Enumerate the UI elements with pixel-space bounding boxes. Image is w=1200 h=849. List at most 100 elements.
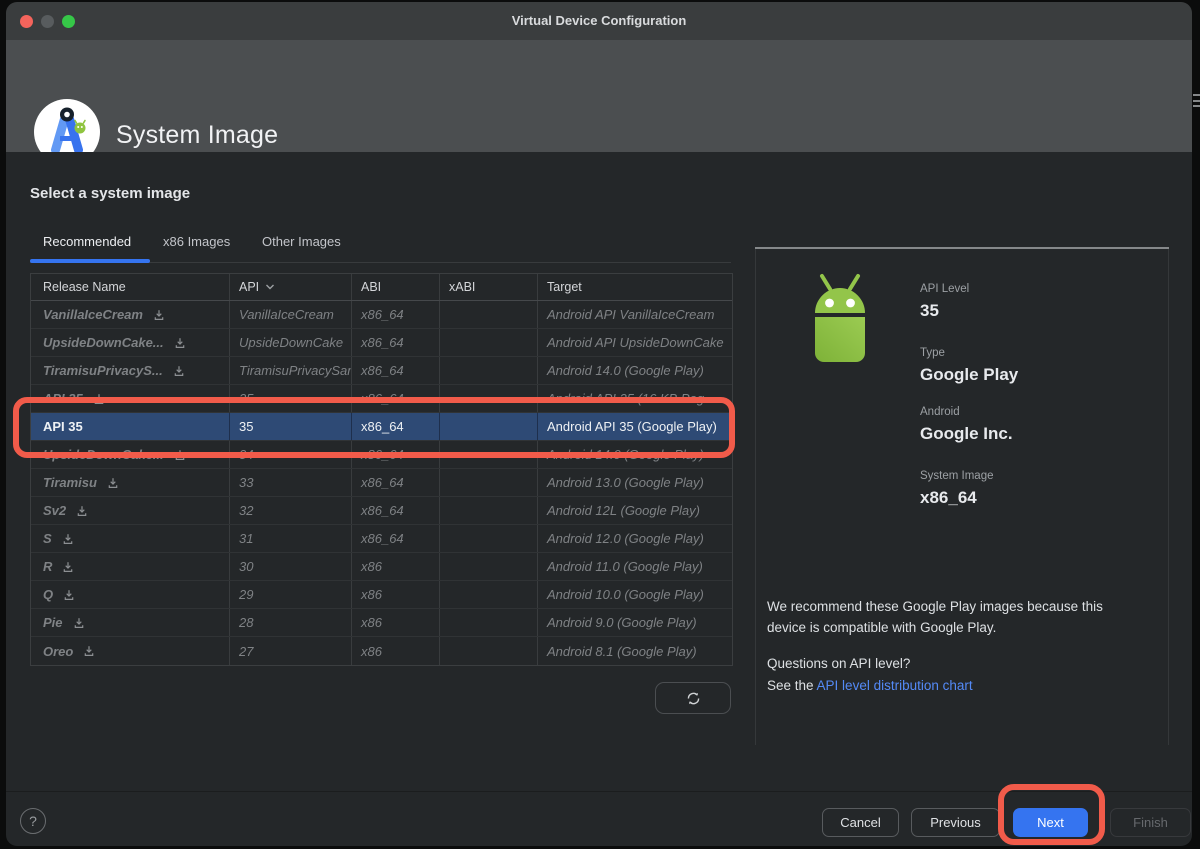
cell-release-name: API 35 — [31, 413, 230, 440]
release-name-text: S — [43, 531, 52, 546]
column-header-xabi[interactable]: xABI — [440, 274, 538, 300]
cell-abi: x86_64 — [352, 413, 440, 440]
release-name-text: Oreo — [43, 644, 73, 659]
column-header-target[interactable]: Target — [538, 274, 732, 300]
table-row[interactable]: Q 29 x86 Android 10.0 (Google Play) — [31, 581, 732, 609]
next-button[interactable]: Next — [1013, 808, 1088, 837]
table-row[interactable]: R 30 x86 Android 11.0 (Google Play) — [31, 553, 732, 581]
release-name-text: UpsideDownCake... — [43, 447, 164, 462]
release-name-text: Pie — [43, 615, 63, 630]
table-row[interactable]: UpsideDownCake... 34 x86_64 Android 14.0… — [31, 441, 732, 469]
cell-release-name: S — [31, 525, 230, 552]
table-row[interactable]: Oreo 27 x86 Android 8.1 (Google Play) — [31, 637, 732, 665]
details-panel-divider — [755, 247, 1169, 249]
refresh-button[interactable] — [655, 682, 731, 714]
cell-api: UpsideDownCake — [230, 329, 352, 356]
cell-release-name: UpsideDownCake... — [31, 329, 230, 356]
sort-chevron-down-icon — [265, 283, 275, 291]
cell-target: Android 8.1 (Google Play) — [538, 637, 732, 665]
table-row[interactable]: Sv2 32 x86_64 Android 12L (Google Play) — [31, 497, 732, 525]
download-icon[interactable] — [174, 337, 186, 349]
cell-abi: x86_64 — [352, 385, 440, 412]
cell-abi: x86 — [352, 553, 440, 580]
cell-target: Android 12L (Google Play) — [538, 497, 732, 524]
cell-api: 30 — [230, 553, 352, 580]
cell-target: Android API 35 (16 KB Pag — [538, 385, 732, 412]
cell-api: 33 — [230, 469, 352, 496]
table-row[interactable]: VanillaIceCream VanillaIceCream x86_64 A… — [31, 301, 732, 329]
table-row[interactable]: UpsideDownCake... UpsideDownCake x86_64 … — [31, 329, 732, 357]
help-button[interactable]: ? — [20, 808, 46, 834]
previous-button[interactable]: Previous — [911, 808, 1000, 837]
cell-api: VanillaIceCream — [230, 301, 352, 328]
download-icon[interactable] — [62, 533, 74, 545]
column-header-abi[interactable]: ABI — [352, 274, 440, 300]
download-icon[interactable] — [173, 365, 185, 377]
cell-xabi — [440, 357, 538, 384]
wizard-header: System Image — [6, 40, 1192, 152]
column-header-api[interactable]: API — [230, 274, 352, 300]
cell-api: 27 — [230, 637, 352, 665]
download-icon[interactable] — [73, 617, 85, 629]
column-header-release-name[interactable]: Release Name — [31, 274, 230, 300]
wizard-step-title: System Image — [116, 121, 278, 150]
release-name-text: API 35 — [43, 419, 83, 434]
selected-tab-underline — [30, 259, 150, 263]
api-distribution-chart-link[interactable]: API level distribution chart — [817, 678, 973, 693]
download-icon[interactable] — [107, 477, 119, 489]
release-name-text: API 35 — [43, 391, 83, 406]
cell-release-name: Oreo — [31, 637, 230, 665]
download-icon[interactable] — [153, 309, 165, 321]
cell-release-name: Q — [31, 581, 230, 608]
tab-x86-images[interactable]: x86 Images — [163, 234, 230, 249]
cell-api: 31 — [230, 525, 352, 552]
cell-abi: x86_64 — [352, 329, 440, 356]
download-icon[interactable] — [63, 589, 75, 601]
cell-api: 32 — [230, 497, 352, 524]
see-the-line: See the API level distribution chart — [767, 678, 973, 693]
column-header-api-label: API — [239, 280, 259, 294]
release-name-text: Sv2 — [43, 503, 66, 518]
cancel-button[interactable]: Cancel — [822, 808, 899, 837]
release-name-text: Tiramisu — [43, 475, 97, 490]
cell-abi: x86 — [352, 609, 440, 636]
system-image-table-body: VanillaIceCream VanillaIceCream x86_64 A… — [31, 301, 732, 665]
download-icon[interactable] — [83, 645, 95, 657]
download-icon[interactable] — [76, 505, 88, 517]
table-row[interactable]: TiramisuPrivacyS... TiramisuPrivacySandb… — [31, 357, 732, 385]
download-icon[interactable] — [174, 449, 186, 461]
table-row[interactable]: Tiramisu 33 x86_64 Android 13.0 (Google … — [31, 469, 732, 497]
titlebar: Virtual Device Configuration — [6, 2, 1192, 40]
cell-xabi — [440, 609, 538, 636]
download-icon[interactable] — [93, 393, 105, 405]
tab-other-images[interactable]: Other Images — [262, 234, 341, 249]
cell-xabi — [440, 525, 538, 552]
tab-recommended[interactable]: Recommended — [43, 234, 131, 249]
table-row[interactable]: S 31 x86_64 Android 12.0 (Google Play) — [31, 525, 732, 553]
table-header-row: Release Name API ABI xABI Target — [31, 274, 732, 301]
cell-target: Android 14.0 (Google Play) — [538, 441, 732, 468]
cell-xabi — [440, 413, 538, 440]
cell-xabi — [440, 581, 538, 608]
recommendation-text: We recommend these Google Play images be… — [767, 596, 1145, 638]
cell-target: Android API VanillaIceCream — [538, 301, 732, 328]
cell-xabi — [440, 553, 538, 580]
field-label-android: Android — [920, 406, 960, 418]
release-name-text: Q — [43, 587, 53, 602]
table-row[interactable]: API 35 35 x86_64 Android API 35 (Google … — [31, 413, 732, 441]
download-icon[interactable] — [62, 561, 74, 573]
table-row[interactable]: Pie 28 x86 Android 9.0 (Google Play) — [31, 609, 732, 637]
section-heading: Select a system image — [30, 185, 190, 202]
release-name-text: VanillaIceCream — [43, 307, 143, 322]
cell-abi: x86_64 — [352, 301, 440, 328]
cell-abi: x86_64 — [352, 357, 440, 384]
table-row[interactable]: API 35 35 x86_64 Android API 35 (16 KB P… — [31, 385, 732, 413]
field-value-system-image: x86_64 — [920, 488, 977, 508]
finish-button: Finish — [1110, 808, 1191, 837]
cell-xabi — [440, 301, 538, 328]
field-label-api-level: API Level — [920, 283, 969, 295]
field-value-type: Google Play — [920, 365, 1018, 385]
cell-target: Android 10.0 (Google Play) — [538, 581, 732, 608]
cell-release-name: UpsideDownCake... — [31, 441, 230, 468]
cell-api: 34 — [230, 441, 352, 468]
